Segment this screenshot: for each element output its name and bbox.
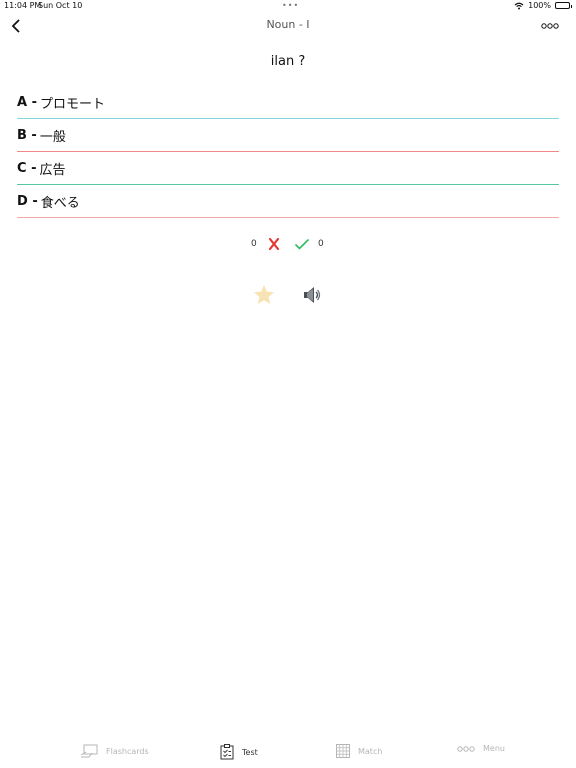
answer-text: プロモート — [39, 97, 105, 112]
grid-icon — [336, 744, 350, 758]
answer-text: 一般 — [39, 130, 66, 145]
answer-letter: D - — [17, 194, 38, 209]
battery-percent: 100% — [528, 1, 551, 10]
tab-test[interactable]: Test — [220, 744, 258, 760]
checkmark-icon — [294, 238, 310, 250]
nav-bar: Noun - I — [0, 14, 576, 38]
more-dots-icon — [457, 745, 475, 752]
wrong-count: 0 — [251, 239, 257, 249]
status-bar: 11:04 PM Sun Oct 10 ••• 100% — [0, 0, 576, 12]
tab-label: Test — [242, 747, 258, 757]
answer-option-b[interactable]: B - 一般 — [17, 119, 559, 152]
tab-flashcards[interactable]: Flashcards — [80, 744, 149, 758]
tab-menu[interactable]: Menu — [457, 744, 505, 753]
question-text: ilan ? — [270, 54, 306, 69]
speaker-icon[interactable] — [302, 285, 322, 305]
score-row: 0 0 — [0, 236, 576, 254]
tab-label: Menu — [483, 744, 505, 753]
status-right: 100% — [514, 1, 572, 10]
answer-option-a[interactable]: A - プロモート — [17, 86, 559, 119]
more-button[interactable] — [538, 18, 562, 34]
tab-label: Flashcards — [106, 746, 149, 756]
right-count: 0 — [318, 239, 324, 249]
answer-letter: B - — [17, 128, 37, 143]
answer-letter: C - — [17, 161, 37, 176]
answer-option-d[interactable]: D - 食べる — [17, 185, 559, 218]
tab-match[interactable]: Match — [336, 744, 382, 758]
battery-icon — [555, 2, 572, 9]
answer-letter: A - — [17, 95, 37, 110]
answer-list: A - プロモート B - 一般 C - 広告 D - 食べる — [17, 86, 559, 218]
status-time: 11:04 PM — [4, 1, 42, 10]
answer-text: 食べる — [40, 196, 80, 211]
status-date: Sun Oct 10 — [38, 1, 83, 10]
answer-option-c[interactable]: C - 広告 — [17, 152, 559, 185]
cross-icon — [268, 237, 280, 251]
test-icon — [220, 744, 234, 760]
answer-text: 広告 — [39, 163, 66, 178]
tab-label: Match — [358, 746, 383, 756]
tab-bar: Flashcards Test Match Menu — [0, 736, 576, 768]
page-title: Noun - I — [266, 18, 310, 31]
action-row — [0, 283, 576, 309]
star-icon[interactable] — [252, 283, 276, 307]
flashcards-icon — [80, 744, 98, 758]
wifi-icon — [514, 2, 524, 9]
multitasking-dots-icon[interactable]: ••• — [282, 1, 299, 10]
more-dots-icon — [541, 23, 559, 29]
